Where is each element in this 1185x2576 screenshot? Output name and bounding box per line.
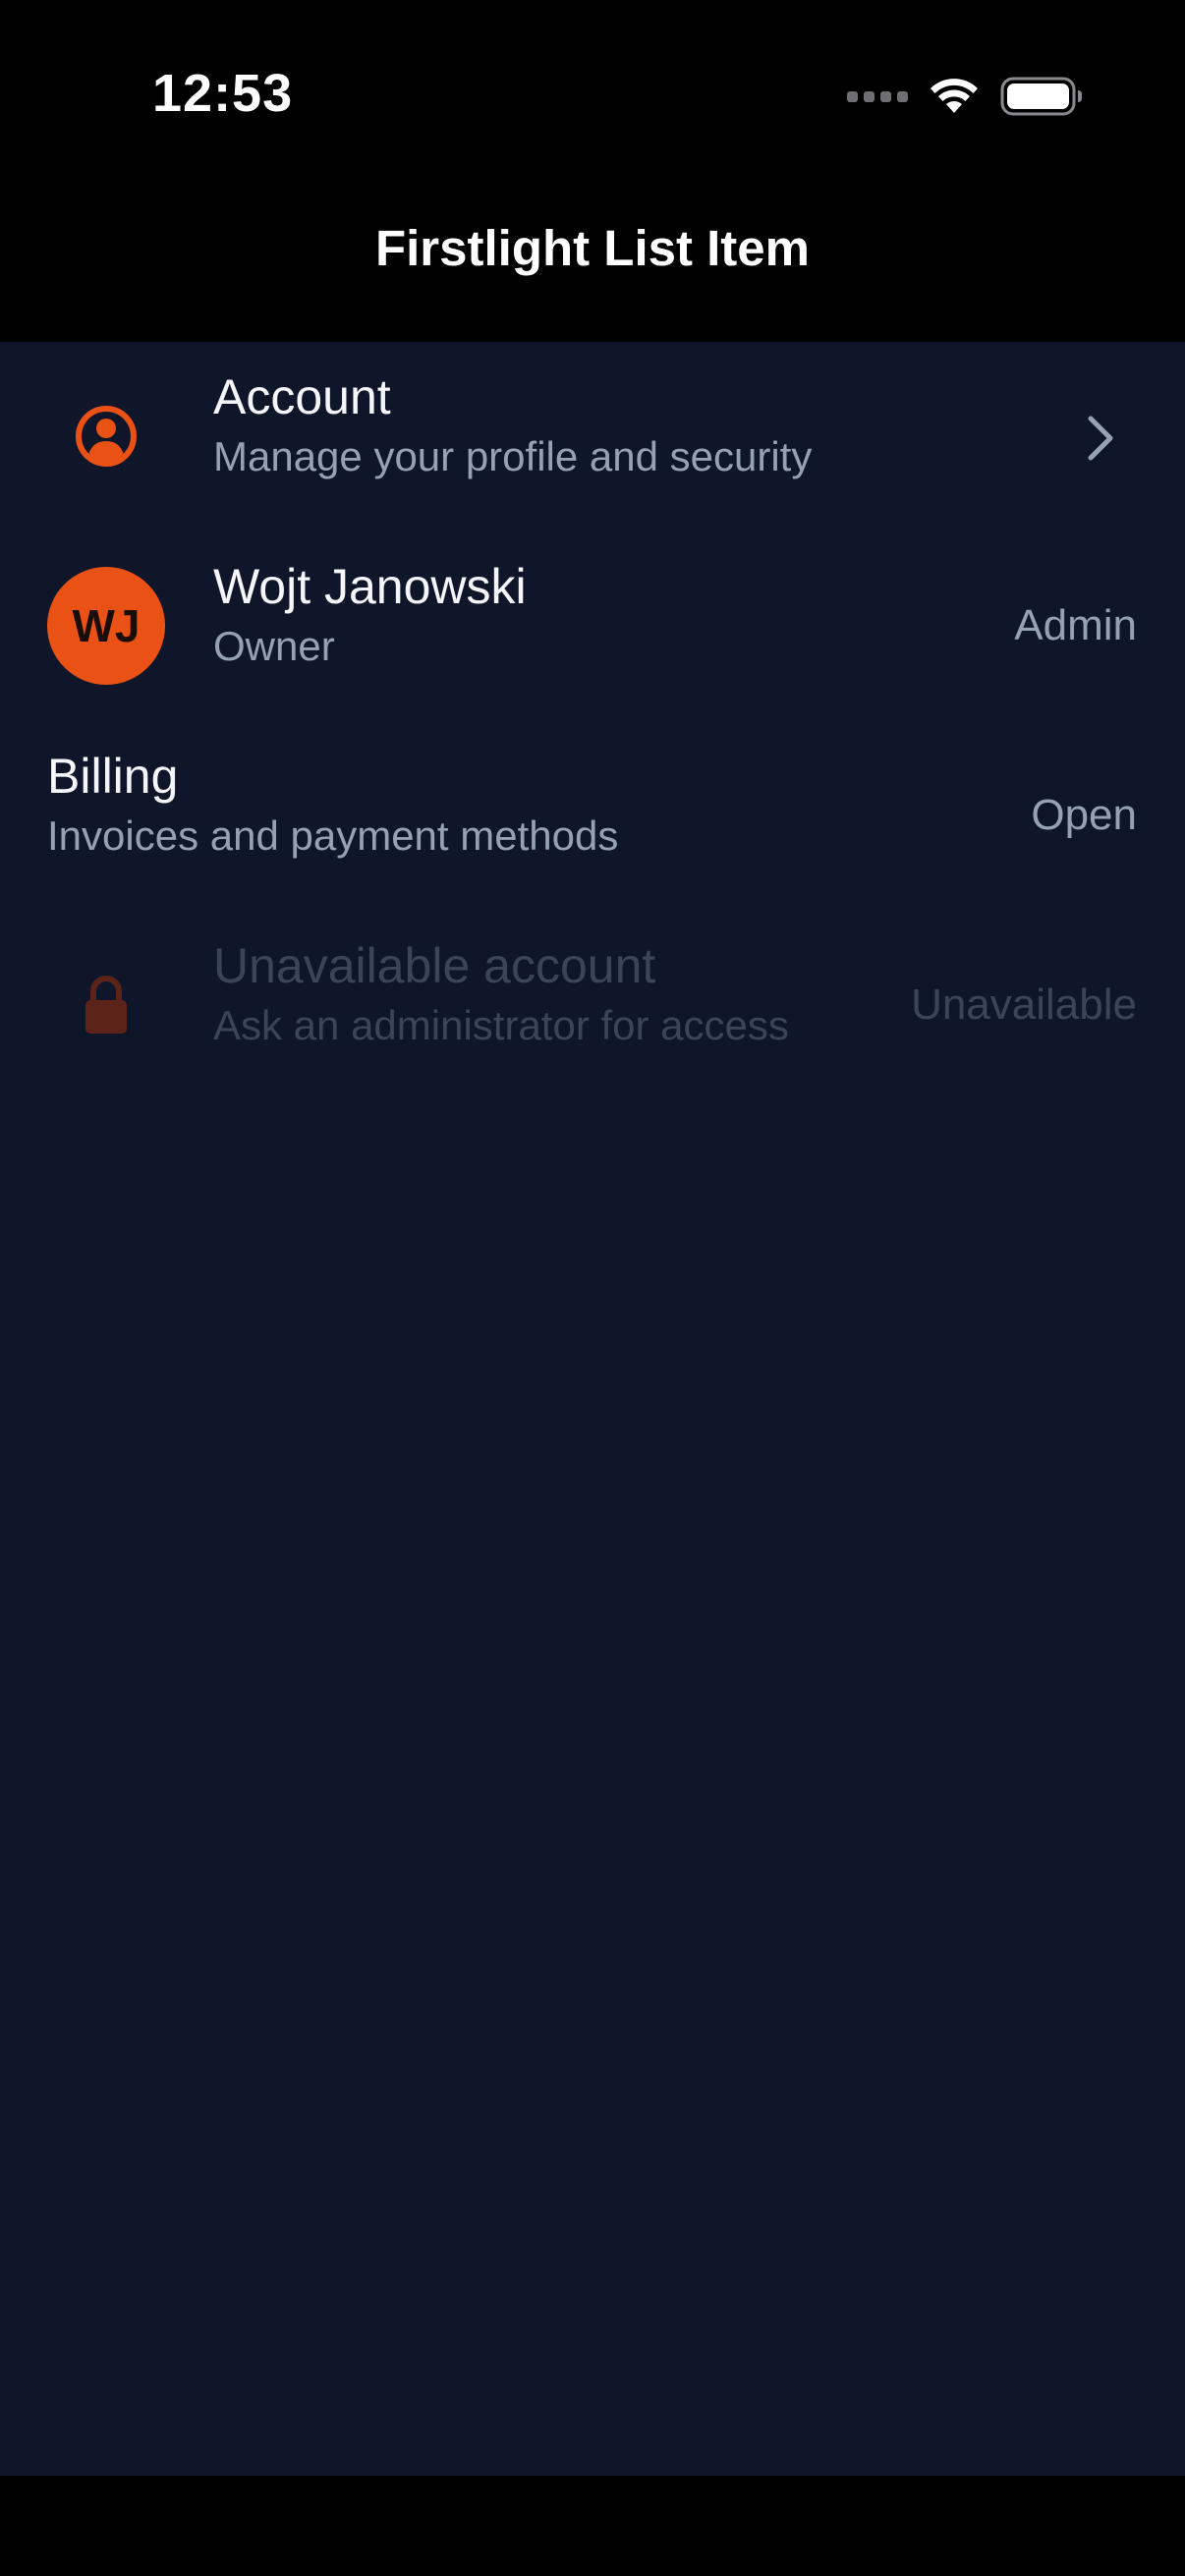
user-circle-icon xyxy=(47,377,165,495)
screen: 12:53 Firstlight List Item Account Manag… xyxy=(0,0,1185,2576)
list-item-title: Billing xyxy=(47,749,179,804)
navigation-bar: Firstlight List Item xyxy=(0,187,1185,342)
open-label: Open xyxy=(1031,791,1137,839)
list-item-text: Account Manage your profile and security xyxy=(213,365,812,485)
status-icons xyxy=(847,77,1083,116)
list-item-text: Billing Invoices and payment methods xyxy=(47,745,618,865)
list-item-subtitle: Manage your profile and security xyxy=(213,433,813,479)
avatar-container: WJ xyxy=(47,567,165,685)
list-item-text: Unavailable account Ask an administrator… xyxy=(213,934,789,1054)
list-item-title: Account xyxy=(213,369,391,424)
lock-icon xyxy=(47,946,165,1064)
list-item-subtitle: Ask an administrator for access xyxy=(213,1002,789,1048)
home-indicator-area xyxy=(0,2476,1185,2576)
cellular-signal-icon xyxy=(847,90,908,102)
status-bar: 12:53 xyxy=(0,0,1185,187)
list-item-title: Wojt Janowski xyxy=(213,559,527,614)
avatar: WJ xyxy=(47,567,165,685)
list-item-title: Unavailable account xyxy=(213,938,656,993)
status-time: 12:53 xyxy=(152,64,294,123)
list-item-subtitle: Invoices and payment methods xyxy=(47,812,619,859)
list-item-unavailable: Unavailable account Ask an administrator… xyxy=(0,911,1185,1100)
list-item-billing[interactable]: Billing Invoices and payment methods Ope… xyxy=(0,721,1185,911)
unavailable-label: Unavailable xyxy=(911,980,1137,1029)
page-title: Firstlight List Item xyxy=(374,220,811,276)
list-item-text: Wojt Janowski Owner xyxy=(213,555,527,675)
wifi-icon xyxy=(931,79,978,113)
battery-icon xyxy=(1000,77,1082,116)
list-item-user[interactable]: WJ Wojt Janowski Owner Admin xyxy=(0,532,1185,721)
list-item-subtitle: Owner xyxy=(213,623,335,669)
chevron-right-icon xyxy=(1088,416,1113,461)
role-label: Admin xyxy=(1014,601,1137,649)
list-container: Account Manage your profile and security… xyxy=(0,342,1185,2476)
list-item-account[interactable]: Account Manage your profile and security xyxy=(0,342,1185,532)
